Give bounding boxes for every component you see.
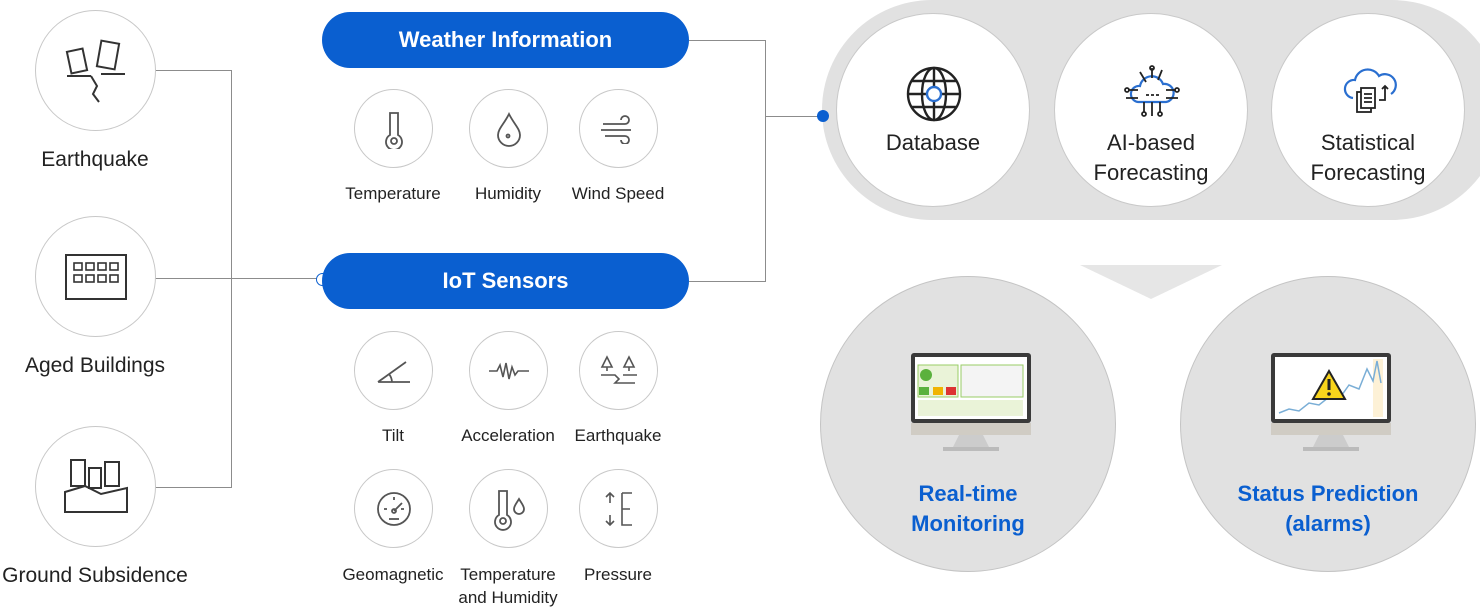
connector xyxy=(765,40,766,282)
connector xyxy=(155,487,232,488)
hazard-ground-subsidence xyxy=(35,426,156,547)
connector xyxy=(155,278,325,279)
iot-geomagnetic xyxy=(354,469,433,548)
weather-label: Humidity xyxy=(474,184,542,203)
connector xyxy=(155,70,232,71)
cloud-documents-icon xyxy=(1343,68,1397,113)
weather-information-header: Weather Information xyxy=(322,12,689,68)
iot-temperature-humidity xyxy=(469,469,548,548)
thermometer-icon xyxy=(384,111,403,149)
water-drop-icon xyxy=(496,111,521,147)
connector xyxy=(765,116,823,117)
monitor-dashboard-icon xyxy=(911,353,1031,451)
connector xyxy=(689,40,766,41)
weather-temperature xyxy=(354,89,433,168)
hazard-label: Aged Buildings xyxy=(24,354,166,377)
ground-crack-icon xyxy=(600,354,637,384)
ai-cloud-icon xyxy=(1124,65,1180,117)
globe-icon xyxy=(906,66,962,122)
iot-label: Earthquake xyxy=(574,426,662,445)
weather-label: Temperature xyxy=(345,184,441,203)
gauge-icon xyxy=(376,491,411,526)
weather-label: Wind Speed xyxy=(571,184,665,203)
weather-humidity xyxy=(469,89,548,168)
hazard-label: Earthquake xyxy=(41,148,149,171)
diagram: Earthquake Aged Buildings Ground Subside… xyxy=(0,0,1480,608)
connector xyxy=(689,281,766,282)
iot-label: Acceleration xyxy=(461,426,555,445)
output-status-prediction: Status Prediction (alarms) xyxy=(1180,276,1476,572)
connector xyxy=(231,70,232,488)
iot-sensors-header: IoT Sensors xyxy=(322,253,689,309)
iot-label: Pressure xyxy=(583,565,653,584)
iot-label: Geomagnetic xyxy=(342,565,444,584)
processing-ai-forecasting: AI-based Forecasting xyxy=(1054,13,1248,207)
iot-label: Tilt xyxy=(381,426,405,445)
wind-icon xyxy=(600,114,631,144)
hazard-aged-buildings xyxy=(35,216,156,337)
pressure-icon xyxy=(604,491,632,526)
processing-statistical-forecasting: Statistical Forecasting xyxy=(1271,13,1465,207)
down-arrow-icon xyxy=(1080,265,1222,299)
iot-tilt xyxy=(354,331,433,410)
processing-database: Database xyxy=(836,13,1030,207)
angle-icon xyxy=(376,360,410,383)
weather-wind-speed xyxy=(579,89,658,168)
collapsing-buildings-icon xyxy=(65,38,125,103)
iot-label: Temperature and Humidity xyxy=(458,565,558,607)
hazard-label: Ground Subsidence xyxy=(2,564,188,587)
connector-dot xyxy=(817,110,829,122)
hazard-earthquake xyxy=(35,10,156,131)
sinking-buildings-icon xyxy=(63,458,128,513)
iot-acceleration xyxy=(469,331,548,410)
monitor-warning-icon xyxy=(1271,353,1391,451)
thermometer-drop-icon xyxy=(493,489,525,531)
iot-earthquake xyxy=(579,331,658,410)
waveform-icon xyxy=(488,362,529,379)
output-realtime-monitoring: Real-time Monitoring xyxy=(820,276,1116,572)
iot-pressure xyxy=(579,469,658,548)
cracked-building-icon xyxy=(64,253,127,300)
